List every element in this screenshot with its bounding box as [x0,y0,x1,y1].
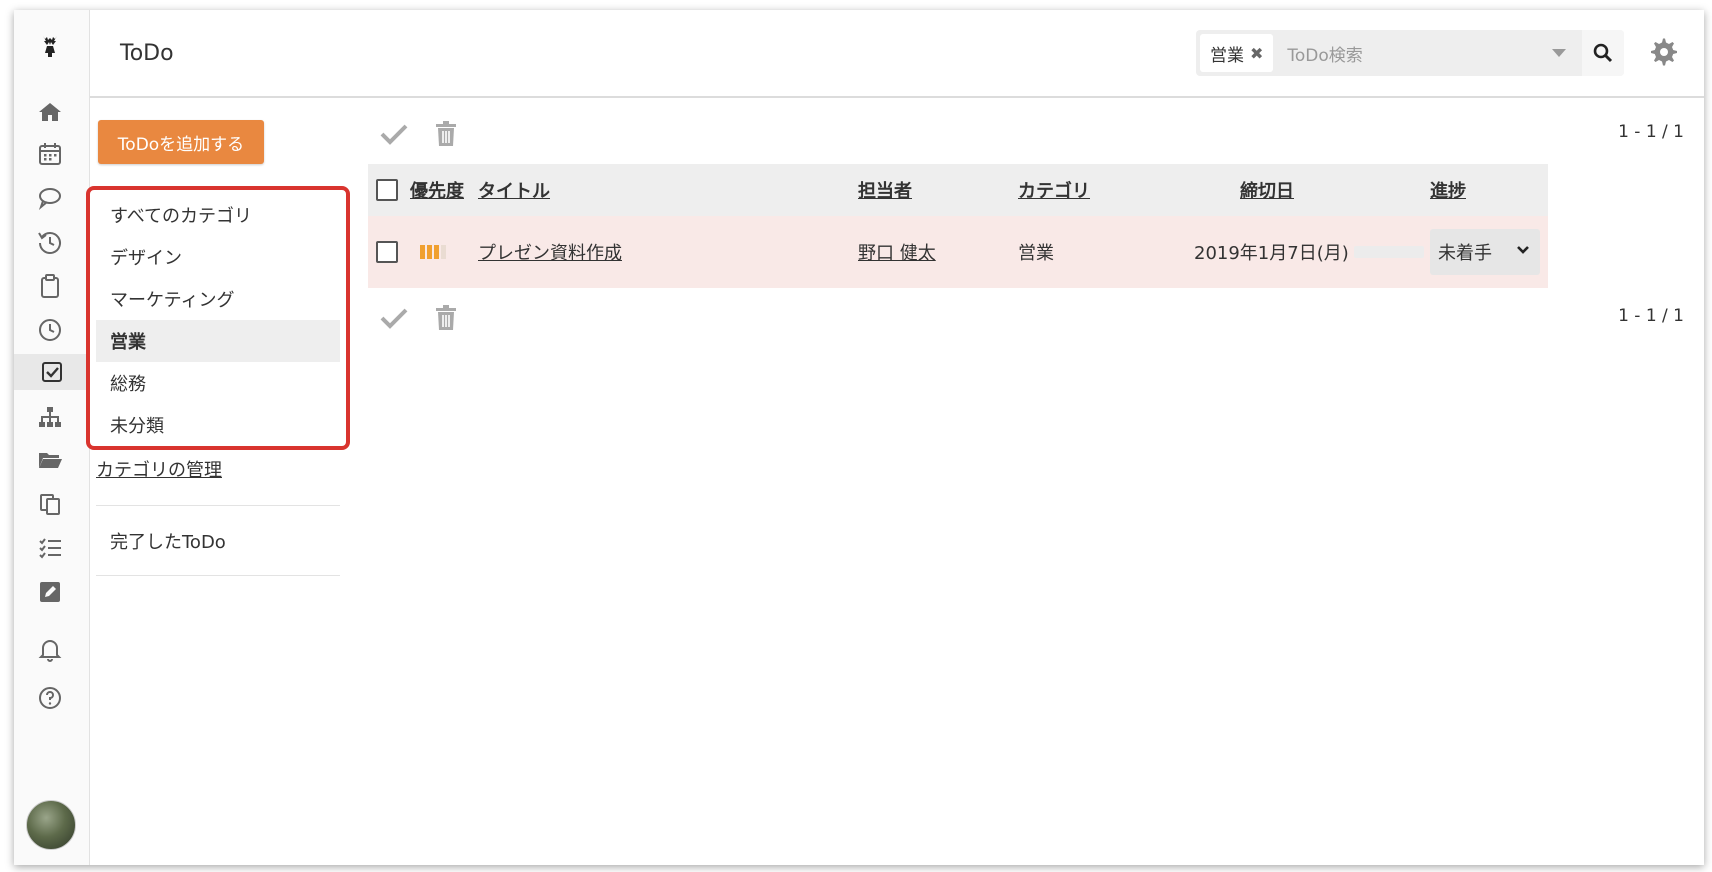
complete-check-icon[interactable] [376,302,412,334]
divider [96,505,340,506]
bulk-toolbar-top [376,118,480,150]
add-todo-button[interactable]: ToDoを追加する [98,120,264,164]
pagination-bottom: 1 - 1 / 1 [1618,306,1684,326]
category-item-design[interactable]: デザイン [96,236,340,278]
help-icon[interactable] [32,680,68,716]
clipboard-icon[interactable] [32,268,68,304]
calendar-icon[interactable] [32,136,68,172]
progress-bar [1354,216,1424,288]
sidebar-rail [14,10,90,865]
due-date-cell: 2019年1月7日(月) [1194,243,1349,264]
category-manage-link[interactable]: カテゴリの管理 [96,456,222,482]
category-list: すべてのカテゴリ デザイン マーケティング 営業 総務 未分類 [96,194,340,446]
caret-down-icon[interactable] [1552,49,1566,57]
search-icon [1593,43,1613,63]
table-row[interactable]: プレゼン資料作成 野口 健太 営業 2019年1月7日(月) 未着手 [368,216,1548,288]
divider [96,575,340,576]
category-cell: 営業 [1018,243,1054,264]
chevron-down-icon [1517,246,1529,254]
todo-table: 優先度 タイトル 担当者 カテゴリ 締切日 進捗 プレゼン資料作成 野口 健太 … [368,164,1548,288]
gear-icon[interactable] [1648,36,1680,68]
complete-check-icon[interactable] [376,118,412,150]
bell-icon[interactable] [32,632,68,668]
search-bar[interactable]: 営業 ✖ ToDo検索 [1196,30,1624,76]
folder-icon[interactable] [32,442,68,478]
checklist-icon[interactable] [32,530,68,566]
top-header: ToDo 営業 ✖ ToDo検索 [90,10,1704,98]
header-due[interactable]: 締切日 [1240,164,1294,216]
close-icon[interactable]: ✖ [1250,44,1263,63]
header-category[interactable]: カテゴリ [1018,164,1090,216]
trash-icon[interactable] [428,118,464,150]
edit-icon[interactable] [32,574,68,610]
category-item-sales[interactable]: 営業 [96,320,340,362]
priority-indicator [420,216,446,288]
avatar[interactable] [26,800,76,850]
org-chart-icon[interactable] [32,400,68,436]
category-item-uncategorized[interactable]: 未分類 [96,404,340,446]
copy-icon[interactable] [32,486,68,522]
pagination-top: 1 - 1 / 1 [1618,122,1684,142]
clock-icon[interactable] [32,312,68,348]
header-progress[interactable]: 進捗 [1430,164,1466,216]
select-all-checkbox[interactable] [376,164,398,216]
header-assignee[interactable]: 担当者 [858,164,912,216]
header-title[interactable]: タイトル [478,164,550,216]
search-input[interactable]: ToDo検索 [1287,41,1552,66]
row-checkbox[interactable] [376,216,398,288]
filter-chip[interactable]: 営業 ✖ [1200,34,1274,72]
todo-title-link[interactable]: プレゼン資料作成 [478,216,622,288]
category-item-all[interactable]: すべてのカテゴリ [96,194,340,236]
moose-logo-icon[interactable] [32,28,68,64]
header-priority[interactable]: 優先度 [410,164,464,216]
todo-check-icon[interactable] [14,354,90,390]
app-window: ToDo 営業 ✖ ToDo検索 ToDoを追加する すべてのカテゴリ デザイン… [14,10,1704,865]
chat-icon[interactable] [32,180,68,216]
assignee-link[interactable]: 野口 健太 [858,216,936,288]
table-header: 優先度 タイトル 担当者 カテゴリ 締切日 進捗 [368,164,1548,216]
trash-icon[interactable] [428,302,464,334]
category-item-general-affairs[interactable]: 総務 [96,362,340,404]
page-title: ToDo [120,40,174,66]
home-icon[interactable] [32,94,68,130]
history-icon[interactable] [32,224,68,260]
filter-chip-label: 営業 [1210,45,1244,66]
status-select-value: 未着手 [1438,243,1492,264]
bulk-toolbar-bottom [376,302,480,334]
status-select[interactable]: 未着手 [1430,216,1540,288]
search-button[interactable] [1582,30,1624,76]
category-item-marketing[interactable]: マーケティング [96,278,340,320]
completed-todo-link[interactable]: 完了したToDo [110,528,226,554]
